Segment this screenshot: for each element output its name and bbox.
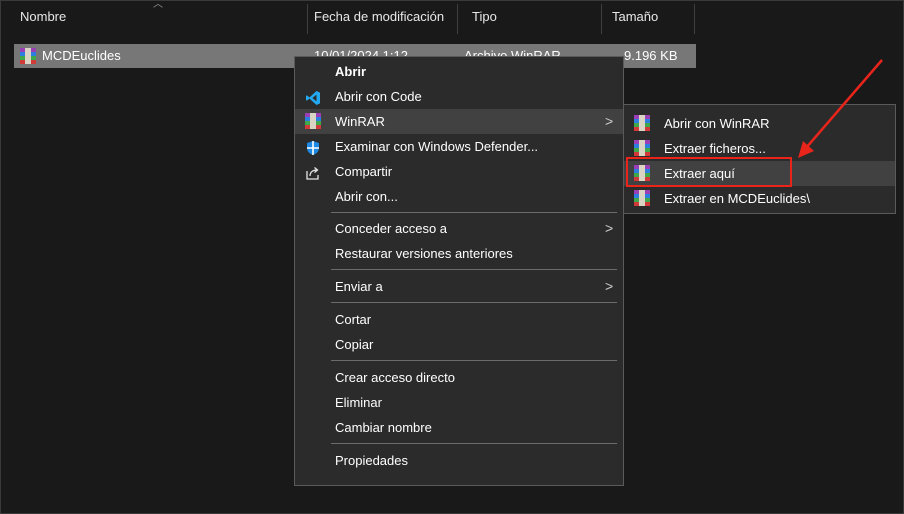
file-explorer-window: ︿ Nombre Fecha de modificación Tipo Tama… — [0, 0, 904, 514]
annotation-arrow-icon — [798, 59, 883, 158]
